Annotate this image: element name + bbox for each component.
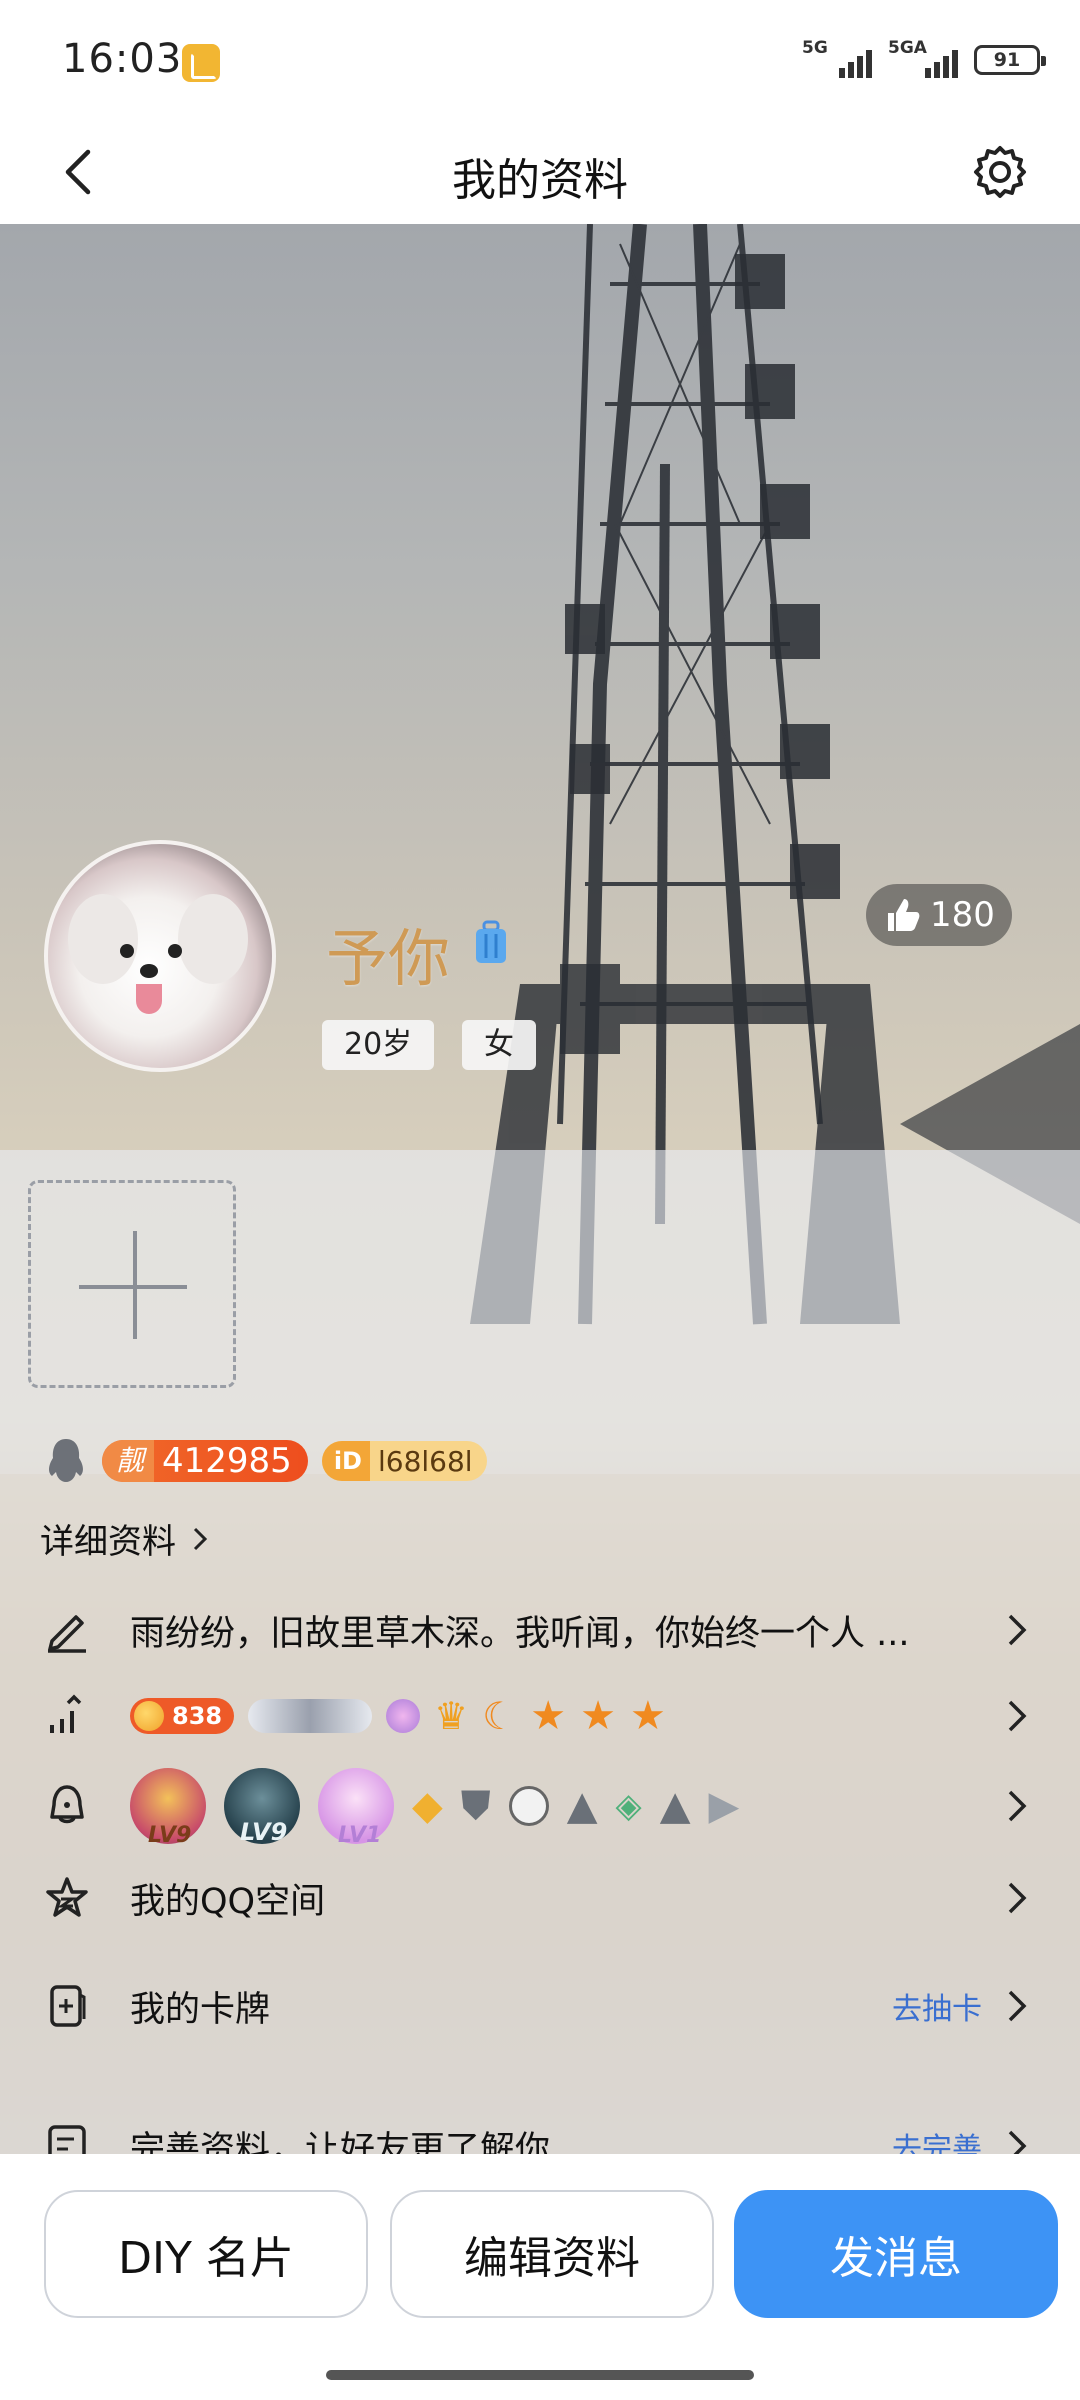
gem-badge-icon: ◈ xyxy=(615,1786,642,1826)
suitcase-icon xyxy=(476,920,506,963)
face-badge-icon xyxy=(508,1786,549,1826)
id-badge[interactable]: iD l68l68l xyxy=(321,1441,487,1481)
notification-icon xyxy=(182,44,220,82)
medal-lv9-b: LV9 xyxy=(224,1768,300,1846)
qzone-label: 我的QQ空间 xyxy=(130,1881,326,1922)
chevron-right-icon xyxy=(1008,1790,1027,1822)
moon-icon: ☾ xyxy=(482,1694,517,1738)
medal-lv9-a: LV9 xyxy=(130,1768,206,1848)
age-tag: 20岁 xyxy=(322,1020,435,1070)
gem-icon xyxy=(386,1699,421,1733)
account-row: 靓 412985 iD l68l68l xyxy=(44,1434,487,1488)
diy-card-button[interactable]: DIY 名片 xyxy=(44,2190,368,2318)
hat-badge-icon: ▲ xyxy=(566,1783,598,1829)
level-row[interactable]: 838 ♛ ☾ ★ ★ ★ xyxy=(0,1676,1080,1756)
shield-badge-icon: ⛊ xyxy=(460,1783,491,1829)
battery-icon: 91 xyxy=(974,45,1046,75)
like-button[interactable]: 180 xyxy=(866,884,1012,946)
signature-text: 雨纷纷，旧故里草木深。我听闻，你始终一个人 ... xyxy=(130,1613,910,1654)
page-title: 我的资料 xyxy=(452,155,628,206)
network-label-2: 5GA xyxy=(888,38,927,58)
pen-icon xyxy=(48,1615,86,1653)
cards-label: 我的卡牌 xyxy=(130,1989,271,2030)
signal-icon: 5G xyxy=(802,38,872,80)
badges-row[interactable]: LV9 LV9 LV1 ◆ ⛊ ▲ ◈ ▲ ▶ xyxy=(0,1766,1080,1848)
chevron-right-icon xyxy=(1008,1700,1027,1732)
cards-row[interactable]: 我的卡牌 去抽卡 xyxy=(0,1966,1080,2046)
edit-profile-button[interactable]: 编辑资料 xyxy=(390,2190,714,2318)
crown-icon: ♛ xyxy=(434,1694,469,1738)
bell-icon xyxy=(50,1785,84,1824)
gender-tag: 女 xyxy=(462,1020,536,1070)
pretty-number: 412985 xyxy=(162,1441,292,1481)
add-photo-button[interactable] xyxy=(28,1180,236,1388)
star-icon: ★ xyxy=(530,1693,567,1739)
status-bar: 16:03 5G 5GA 91 xyxy=(0,0,1080,120)
medal-label: LV9 xyxy=(240,1818,288,1846)
card-icon xyxy=(50,1985,86,2027)
star-icon xyxy=(46,1877,88,1917)
pretty-number-badge[interactable]: 靓 412985 xyxy=(102,1440,308,1482)
nav-bar: 我的资料 xyxy=(0,120,1080,224)
settings-icon[interactable] xyxy=(970,142,1030,202)
qq-penguin-icon xyxy=(49,1439,83,1482)
like-count: 180 xyxy=(930,895,995,935)
thumbs-up-icon xyxy=(888,899,920,931)
chevron-right-icon xyxy=(193,1527,208,1550)
chevron-right-icon xyxy=(1008,1990,1027,2022)
rank-icon xyxy=(50,1694,82,1733)
signature-row[interactable]: 雨纷纷，旧故里草木深。我听闻，你始终一个人 ... xyxy=(0,1590,1080,1670)
star-icon: ★ xyxy=(580,1693,616,1739)
send-message-button[interactable]: 发消息 xyxy=(734,2190,1058,2318)
medal-list: LV9 LV9 LV1 ◆ ⛊ ▲ ◈ ▲ ▶ xyxy=(130,1768,740,1848)
coin-level-badge: 838 xyxy=(130,1698,235,1734)
id-prefix: iD xyxy=(321,1441,370,1481)
bottom-action-bar: DIY 名片 编辑资料 发消息 xyxy=(0,2154,1080,2400)
draw-card-link[interactable]: 去抽卡 xyxy=(892,1984,982,2028)
id-value: l68l68l xyxy=(377,1444,473,1478)
detail-info-label: 详细资料 xyxy=(40,1522,176,1562)
diamond-icon: ◆ xyxy=(412,1783,443,1829)
network-label-1: 5G xyxy=(802,38,828,58)
detail-info-link[interactable]: 详细资料 xyxy=(40,1514,210,1563)
pretty-number-prefix: 靓 xyxy=(102,1440,155,1482)
chevron-right-icon xyxy=(1008,1882,1027,1914)
qzone-row[interactable]: 我的QQ空间 xyxy=(0,1858,1080,1938)
status-indicators: 5G 5GA 91 xyxy=(802,38,1046,80)
medal-lv1: LV1 xyxy=(318,1768,394,1848)
medal-label: LV1 xyxy=(338,1823,382,1848)
coin-value: 838 xyxy=(172,1702,223,1730)
status-time: 16:03 xyxy=(62,36,183,82)
hat-badge-icon: ▲ xyxy=(659,1783,691,1829)
star-icon: ★ xyxy=(629,1693,666,1739)
play-badge-icon: ▶ xyxy=(708,1783,740,1829)
chevron-right-icon xyxy=(1008,1614,1027,1646)
wing-badge-icon xyxy=(248,1699,373,1733)
battery-level: 91 xyxy=(993,49,1021,71)
home-indicator[interactable] xyxy=(326,2370,754,2380)
nickname: 予你 xyxy=(326,922,451,995)
avatar[interactable] xyxy=(44,840,276,1072)
medal-label: LV9 xyxy=(148,1823,192,1848)
signal-icon-2: 5GA xyxy=(888,38,958,80)
coin-icon xyxy=(134,1701,164,1731)
level-badges: 838 ♛ ☾ ★ ★ ★ xyxy=(130,1693,666,1739)
